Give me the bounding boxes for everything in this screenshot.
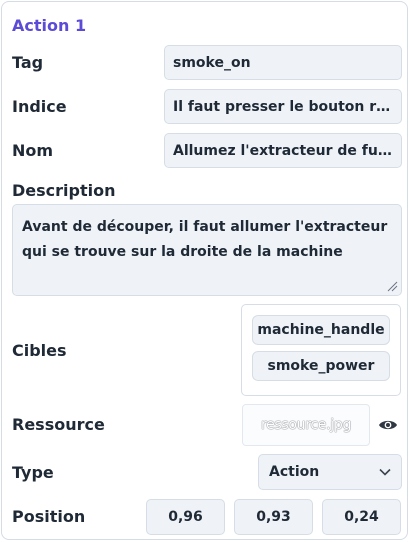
description-textarea[interactable]: Avant de découper, il faut allumer l'ext… (12, 204, 402, 296)
tag-label: Tag (12, 53, 44, 72)
cibles-label: Cibles (12, 341, 67, 360)
indice-label: Indice (12, 97, 67, 116)
nom-value: Allumez l'extracteur de fu ... (173, 142, 393, 159)
cible-chip[interactable]: machine_handle (252, 315, 390, 345)
chevron-down-icon (379, 468, 391, 476)
action-title: Action 1 (12, 16, 87, 35)
position-y-field[interactable]: 0,93 (234, 499, 313, 535)
ressource-preview[interactable]: ressource.jpg (242, 404, 370, 446)
resize-grip-icon[interactable] (386, 280, 398, 292)
ressource-label: Ressource (12, 415, 105, 434)
indice-value: Il faut presser le bouton ro... (173, 98, 393, 115)
eye-icon[interactable] (378, 418, 398, 432)
nom-label: Nom (12, 141, 54, 160)
description-line-2: qui se trouve sur la droite de la machin… (22, 244, 343, 260)
position-x-field[interactable]: 0,96 (146, 499, 225, 535)
type-select[interactable]: Action (258, 454, 402, 490)
cibles-list: machine_handle smoke_power (241, 304, 401, 396)
position-label: Position (12, 507, 86, 526)
type-label: Type (12, 463, 54, 482)
description-label: Description (12, 181, 116, 200)
tag-value: smoke_on (173, 54, 251, 71)
cible-chip[interactable]: smoke_power (252, 351, 390, 381)
description-line-1: Avant de découper, il faut allumer l'ext… (22, 219, 388, 235)
indice-input[interactable]: Il faut presser le bouton ro... (164, 89, 402, 124)
action-panel: Action 1 Tag smoke_on Indice Il faut pre… (1, 1, 408, 540)
tag-input[interactable]: smoke_on (164, 45, 402, 80)
position-z-field[interactable]: 0,24 (322, 499, 401, 535)
nom-input[interactable]: Allumez l'extracteur de fu ... (164, 133, 402, 168)
type-selected: Action (269, 464, 320, 480)
